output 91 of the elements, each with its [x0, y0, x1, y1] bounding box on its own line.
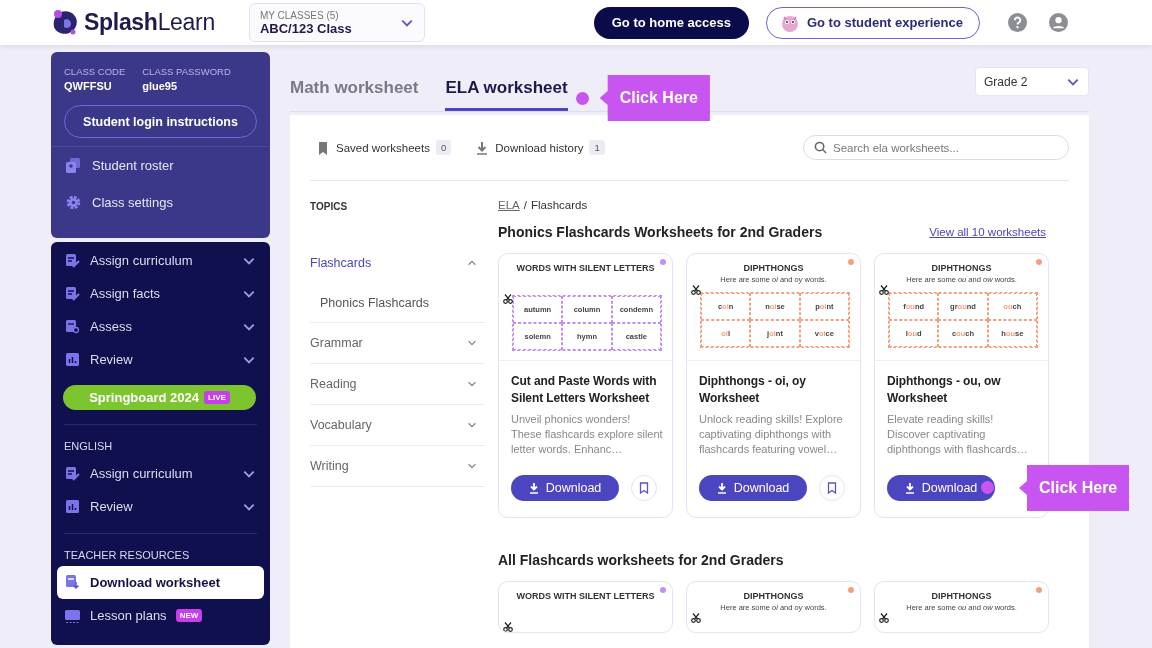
topic-item[interactable]: Vocabulary [310, 405, 485, 446]
dropdown-value: ABC/123 Class [259, 20, 352, 36]
bookmark-icon [827, 482, 837, 494]
section-title: All Flashcards worksheets for 2nd Graders [498, 552, 785, 568]
breadcrumb-link[interactable]: ELA [498, 199, 520, 211]
worksheet-tab[interactable]: Math worksheet [290, 78, 419, 111]
document-download-icon [64, 574, 81, 591]
worksheet-tab[interactable]: ELA worksheet [445, 78, 568, 111]
topics-heading: TOPICS [310, 201, 349, 212]
bookmark-button[interactable] [819, 475, 845, 501]
field-value: QWFFSU [64, 80, 113, 92]
field-label: CLASS PASSWORD [142, 66, 231, 77]
scissors-icon [879, 613, 889, 623]
worksheet-heading: DIPHTHONGS [930, 591, 993, 601]
download-button[interactable]: Download [887, 475, 995, 501]
section-title: Phonics Flashcards Worksheets for 2nd Graders [498, 224, 823, 240]
bookmark-icon [639, 482, 649, 494]
document-search-icon [64, 318, 81, 335]
home-access-button[interactable]: Go to home access [593, 6, 749, 39]
nav-item[interactable]: Assign curriculum [57, 457, 264, 490]
user-icon[interactable] [1049, 13, 1068, 32]
view-all-link[interactable]: View all 10 worksheets [929, 226, 1046, 238]
download-icon [716, 482, 727, 494]
springboard-button[interactable]: Springboard 2024 LIVE [63, 385, 256, 410]
scissors-icon [503, 622, 513, 632]
count-badge: 0 [435, 140, 452, 155]
click-here-callout: Click Here [1019, 465, 1130, 511]
scissors-icon [691, 285, 701, 295]
dropdown-value: Grade 2 [984, 74, 1028, 89]
card-title: Diphthongs - ou, ow Worksheet [887, 373, 1002, 407]
card-title: Cut and Paste Words with Silent Letters Worksheet [511, 373, 658, 407]
topic-item[interactable]: Grammar [310, 323, 485, 364]
new-badge: NEW [175, 609, 203, 622]
document-pencil-icon [64, 252, 81, 269]
bookmark-icon [316, 140, 330, 155]
worksheet-heading: WORDS WITH SILENT LETTERS [515, 263, 656, 273]
scissors-icon [879, 285, 889, 295]
nav-item[interactable]: Lesson plans NEW [57, 599, 264, 632]
monitor-icon [64, 607, 81, 624]
live-badge: LIVE [204, 391, 230, 404]
download-icon [475, 140, 490, 155]
help-icon[interactable] [1008, 13, 1027, 32]
download-icon [904, 482, 915, 494]
download-button[interactable]: Download [511, 475, 619, 501]
scissors-icon [503, 294, 513, 304]
student-experience-button[interactable]: Go to student experience [765, 6, 980, 39]
topic-item[interactable]: Reading [310, 364, 485, 405]
section-heading: ENGLISH [64, 424, 257, 457]
download-button[interactable]: Download [699, 475, 807, 501]
bar-chart-icon [64, 498, 81, 515]
worksheet-heading: DIPHTHONGS [930, 263, 993, 273]
card-description: Unveil phonics wonders! These flashcards explore silent letter words. Enhanc… [511, 412, 663, 457]
worksheet-heading: DIPHTHONGS [742, 591, 805, 601]
nav-item[interactable]: Assign curriculum [57, 244, 264, 277]
bookmark-button[interactable] [631, 475, 657, 501]
click-here-callout: Click Here [599, 75, 710, 121]
search-field[interactable]: Search ela worksheets... [803, 135, 1069, 160]
roster-icon [65, 157, 82, 174]
worksheet-heading: WORDS WITH SILENT LETTERS [515, 591, 656, 601]
class-dropdown[interactable]: MY CLASSES (5) ABC/123 Class [248, 3, 425, 42]
count-badge: 1 [589, 140, 605, 155]
field-value: glue95 [142, 80, 179, 92]
nav-item[interactable]: Assign facts [57, 277, 264, 310]
nav-item[interactable]: Review [57, 490, 264, 523]
sidebar-link[interactable]: Class settings [92, 195, 173, 210]
topic-item[interactable]: Writing [310, 446, 485, 487]
card-title: Diphthongs - oi, oy Worksheet [699, 373, 807, 407]
nav-item[interactable]: Review [57, 343, 264, 376]
download-icon [528, 482, 539, 494]
grade-dropdown[interactable]: Grade 2 [975, 67, 1089, 96]
dropdown-label: MY CLASSES (5) [259, 9, 340, 21]
nav-item[interactable]: Assess [57, 310, 264, 343]
pointer-dot [575, 92, 589, 105]
download-history-link[interactable]: Download history 1 [475, 140, 605, 155]
topic-item[interactable]: Flashcards [310, 242, 485, 283]
card-description: Unlock reading skills! Explore captivating diphthongs with flashcards featuring vowel… [699, 412, 844, 457]
breadcrumb-separator: / [523, 199, 527, 211]
scissors-icon [691, 613, 701, 623]
card-description: Elevate reading skills! Discover captivating diphthongs with flashcards… [887, 412, 1029, 457]
nav-item[interactable]: Download worksheet [57, 566, 264, 599]
bar-chart-icon [64, 351, 81, 368]
field-label: CLASS CODE [64, 66, 126, 77]
worksheet-heading: DIPHTHONGS [742, 263, 805, 273]
document-pencil-icon [64, 285, 81, 302]
gear-icon [65, 194, 82, 211]
breadcrumb-current: Flashcards [530, 199, 588, 211]
sidebar-link[interactable]: Student roster [92, 158, 174, 173]
document-pencil-icon [64, 465, 81, 482]
logo-text: SplashLearn [84, 9, 215, 36]
saved-worksheets-link[interactable]: Saved worksheets 0 [316, 140, 452, 155]
subtopic-item[interactable]: Phonics Flashcards [310, 283, 485, 323]
